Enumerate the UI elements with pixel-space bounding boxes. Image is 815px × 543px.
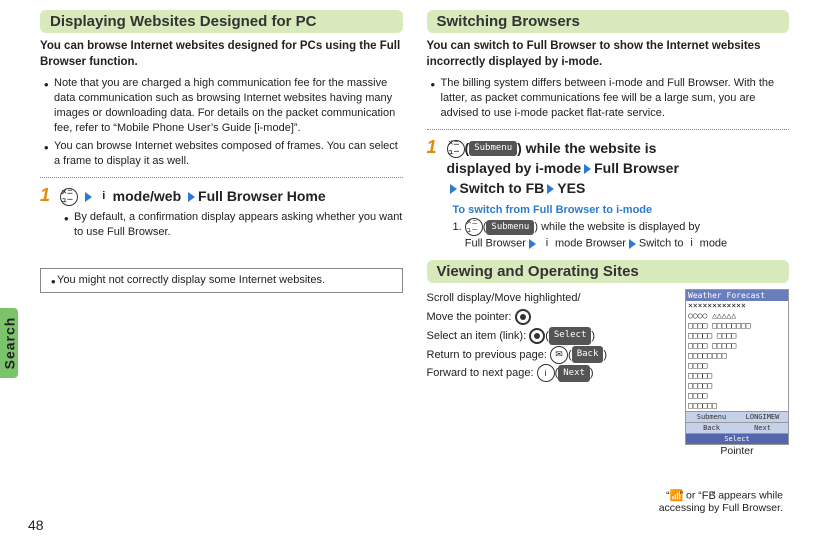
multi-selector-icon	[529, 328, 545, 344]
step-body: メニュー i mode/web Full Browser Home By def…	[60, 186, 402, 244]
phone-preview-wrap: Weather Forecast ×××××××××××× ○○○○ △△△△△…	[685, 289, 789, 457]
view-ops-row: Scroll display/Move highlighted/ Move th…	[427, 289, 790, 457]
op-line: Move the pointer:	[427, 308, 686, 327]
multi-selector-icon	[515, 309, 531, 325]
phone-line: □□□□ □□□□□	[686, 341, 788, 351]
sub-text: Full Browser	[465, 238, 526, 250]
phone-line: □□□□□	[686, 381, 788, 391]
step-number: 1	[40, 186, 50, 204]
bullet-item: By default, a confirmation display appea…	[60, 210, 402, 240]
page-number: 48	[28, 517, 44, 533]
divider-dotted	[40, 177, 403, 178]
step-text: YES	[557, 180, 585, 196]
phone-line: □□□□□ □□□□	[686, 331, 788, 341]
arrow-icon	[629, 239, 636, 249]
arrow-icon	[188, 192, 195, 202]
bullet-item: The billing system differs between i-mod…	[427, 76, 790, 121]
operations-list: Scroll display/Move highlighted/ Move th…	[427, 289, 686, 382]
imode-icon: i	[99, 189, 109, 205]
section-header-viewing: Viewing and Operating Sites	[427, 260, 790, 283]
right-column: Switching Browsers You can switch to Ful…	[413, 10, 796, 495]
back-pill: Back	[572, 346, 604, 363]
side-tab: Search	[0, 308, 18, 378]
sub-text: mode Browser	[552, 238, 626, 250]
step-text: Full Browser Home	[198, 188, 326, 204]
sub-text: ) while the website is displayed by	[534, 221, 700, 233]
imode-icon: i	[542, 236, 552, 251]
imode-key-icon: i	[537, 364, 555, 382]
phone-line: □□□□	[686, 361, 788, 371]
viewing-operating-section: Viewing and Operating Sites Scroll displ…	[427, 260, 790, 514]
step-number: 1	[427, 138, 437, 156]
phone-line: □□□□□□□□	[686, 351, 788, 361]
footer-note: “📶” or “FB” appears while accessing by F…	[427, 489, 790, 514]
step-text: displayed by i-mode	[447, 160, 582, 176]
lead-text: You can browse Internet websites designe…	[40, 39, 403, 70]
phone-line: □□□□□□	[686, 401, 788, 411]
arrow-icon	[85, 192, 92, 202]
page-content: Displaying Websites Designed for PC You …	[0, 0, 815, 505]
phone-preview-titlebar: Weather Forecast	[686, 290, 788, 301]
phone-line: □□□□	[686, 391, 788, 401]
menu-key-icon: メニュー	[465, 218, 483, 236]
sub-text: 1.	[453, 221, 465, 233]
arrow-icon	[450, 184, 457, 194]
side-tab-label: Search	[1, 317, 17, 370]
op-line: Forward to next page: i(Next)	[427, 364, 686, 383]
phone-softkeys: Submenu LONGIMEW Back Next Select	[686, 411, 788, 444]
fb-access-icon: 📶	[670, 489, 680, 502]
phone-softkey-long: LONGIMEW	[737, 411, 788, 422]
op-line: Scroll display/Move highlighted/	[427, 289, 686, 308]
select-pill: Select	[549, 327, 592, 344]
phone-softkey-back: Back	[686, 422, 737, 433]
section-header-switching: Switching Browsers	[427, 10, 790, 33]
phone-line: □□□□ □□□□□□□□	[686, 321, 788, 331]
fb-access-icon-alt: FB	[702, 490, 712, 502]
step-text: Switch to FB	[460, 180, 545, 196]
arrow-icon	[547, 184, 554, 194]
step-row: 1 メニュー i mode/web Full Browser Home By d…	[40, 186, 403, 244]
phone-softkey-next: Next	[737, 422, 788, 433]
left-column: Displaying Websites Designed for PC You …	[0, 10, 413, 495]
next-pill: Next	[558, 365, 590, 382]
sub-text: mode	[697, 238, 728, 250]
step-row: 1 メニュー(Submenu) while the website is dis…	[427, 138, 790, 199]
submenu-pill: Submenu	[469, 141, 517, 156]
phone-line: □□□□□	[686, 371, 788, 381]
imode-icon: i	[687, 236, 697, 251]
op-line: Select an item (link): (Select)	[427, 327, 686, 346]
step-text: mode/web	[109, 188, 181, 204]
step-text: ) while the website is	[517, 140, 656, 156]
step-note: By default, a confirmation display appea…	[60, 210, 402, 240]
bullet-item: You can browse Internet websites compose…	[40, 139, 403, 169]
lead-text: You can switch to Full Browser to show t…	[427, 39, 790, 70]
subsection-body: 1. メニュー(Submenu) while the website is di…	[453, 218, 790, 252]
arrow-icon	[584, 164, 591, 174]
mail-key-icon: ✉	[550, 346, 568, 364]
phone-preview: Weather Forecast ×××××××××××× ○○○○ △△△△△…	[685, 289, 789, 445]
footer-note-text: “📶” or “FB” appears while accessing by F…	[427, 489, 790, 514]
sub-text: Switch to	[639, 238, 687, 250]
arrow-icon	[529, 239, 536, 249]
note-bullet: You might not correctly display some Int…	[47, 273, 396, 288]
step-body: メニュー(Submenu) while the website is displ…	[447, 138, 789, 199]
pointer-label: Pointer	[685, 445, 789, 457]
subsection-heading: To switch from Full Browser to i-mode	[453, 204, 790, 216]
phone-softkey-select: Select	[686, 433, 788, 444]
menu-key-icon: メニュー	[60, 188, 78, 206]
section-header-displaying: Displaying Websites Designed for PC	[40, 10, 403, 33]
phone-line: ××××××××××××	[686, 301, 788, 311]
phone-line: ○○○○ △△△△△	[686, 311, 788, 321]
step-text: Full Browser	[594, 160, 679, 176]
bullet-item: Note that you are charged a high communi…	[40, 76, 403, 135]
divider-dotted	[427, 129, 790, 130]
menu-key-icon: メニュー	[447, 140, 465, 158]
op-line: Return to previous page: ✉(Back)	[427, 346, 686, 365]
note-box: You might not correctly display some Int…	[40, 268, 403, 293]
phone-softkey-submenu: Submenu	[686, 411, 737, 422]
submenu-pill: Submenu	[486, 220, 534, 235]
